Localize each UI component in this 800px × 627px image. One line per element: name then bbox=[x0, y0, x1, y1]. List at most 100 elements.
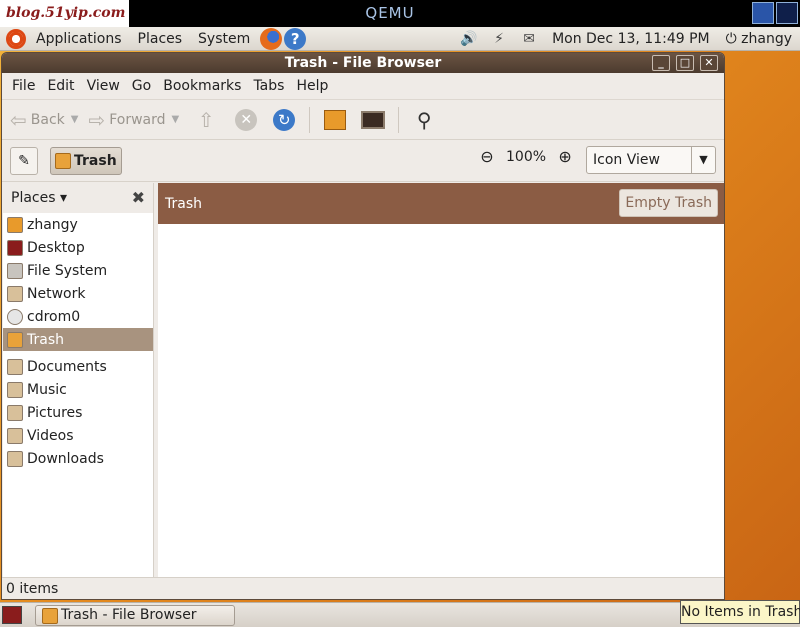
view-mode-select[interactable]: Icon View ▼ bbox=[586, 146, 716, 174]
sidebar-item-label: Documents bbox=[27, 358, 107, 375]
sidebar-item-desktop[interactable]: Desktop bbox=[3, 236, 153, 259]
forward-button[interactable]: ⇨ Forward ▼ bbox=[88, 108, 179, 132]
home-icon bbox=[324, 109, 347, 130]
zoom-controls: ⊖ 100% ⊕ bbox=[476, 147, 576, 166]
back-label: Back bbox=[30, 111, 65, 128]
status-bar: 0 items bbox=[2, 577, 724, 599]
toolbar: ⇦ Back ▼ ⇨ Forward ▼ ⇧ ✕ ↻ ⚲ bbox=[2, 100, 724, 140]
menu-help[interactable]: Help bbox=[290, 78, 334, 94]
search-icon: ⚲ bbox=[416, 107, 432, 132]
toolbar-separator bbox=[309, 106, 311, 133]
places-menu[interactable]: Places bbox=[130, 27, 191, 51]
menu-file[interactable]: File bbox=[6, 78, 41, 94]
qemu-minimize-button[interactable] bbox=[752, 2, 774, 24]
menu-go[interactable]: Go bbox=[126, 78, 157, 94]
menu-edit[interactable]: Edit bbox=[41, 78, 80, 94]
computer-button[interactable] bbox=[360, 107, 386, 133]
trash-bar-label: Trash bbox=[165, 195, 202, 212]
sidebar-item-file-system[interactable]: File System bbox=[3, 259, 153, 282]
user-menu[interactable]: ⏻ zhangy bbox=[718, 27, 800, 51]
firefox-icon[interactable] bbox=[260, 27, 283, 50]
network-icon[interactable]: ⚡ bbox=[488, 31, 510, 47]
taskbar-window-label: Trash - File Browser bbox=[61, 607, 197, 623]
ubuntu-logo-icon[interactable] bbox=[6, 28, 26, 49]
sidebar-header: Places ▾ ✖ bbox=[3, 183, 153, 213]
zoom-level[interactable]: 100% bbox=[506, 149, 546, 165]
applications-menu[interactable]: Applications bbox=[28, 27, 130, 51]
home-button[interactable] bbox=[322, 107, 348, 133]
taskbar-window-button[interactable]: Trash - File Browser bbox=[35, 605, 235, 626]
sidebar-item-cdrom0[interactable]: cdrom0 bbox=[3, 305, 153, 328]
drive-icon bbox=[7, 262, 23, 279]
top-panel: Applications Places System ? 🔊 ⚡ ✉ Mon D… bbox=[0, 27, 800, 51]
up-button[interactable]: ⇧ bbox=[195, 107, 221, 133]
sidebar-item-videos[interactable]: Videos bbox=[3, 424, 153, 447]
trash-icon bbox=[42, 607, 58, 624]
trash-info-bar: Trash Empty Trash bbox=[158, 183, 724, 224]
zoom-out-icon[interactable]: ⊖ bbox=[476, 147, 498, 166]
file-view-pane[interactable]: Trash Empty Trash bbox=[158, 183, 724, 578]
chevron-down-icon[interactable]: ▼ bbox=[71, 114, 79, 125]
zoom-in-icon[interactable]: ⊕ bbox=[554, 147, 576, 166]
mail-icon[interactable]: ✉ bbox=[518, 31, 540, 47]
sidebar-item-trash[interactable]: Trash bbox=[3, 328, 153, 351]
arrow-up-icon: ⇧ bbox=[197, 107, 215, 132]
empty-trash-button[interactable]: Empty Trash bbox=[619, 189, 718, 217]
menu-view[interactable]: View bbox=[81, 78, 126, 94]
maximize-icon[interactable]: □ bbox=[676, 55, 694, 71]
sidebar-item-label: Videos bbox=[27, 427, 74, 444]
sidebar-item-label: Pictures bbox=[27, 404, 83, 421]
trash-icon bbox=[7, 331, 23, 348]
stop-icon: ✕ bbox=[235, 108, 258, 131]
back-button[interactable]: ⇦ Back ▼ bbox=[10, 108, 78, 132]
stop-button[interactable]: ✕ bbox=[233, 107, 259, 133]
sidebar-item-label: Downloads bbox=[27, 450, 104, 467]
window-title: Trash - File Browser bbox=[284, 55, 442, 71]
tooltip: No Items in Trash bbox=[680, 600, 800, 624]
close-sidebar-icon[interactable]: ✖ bbox=[132, 188, 145, 207]
forward-label: Forward bbox=[109, 111, 166, 128]
qemu-title-bar: blog.51yip.com QEMU bbox=[0, 0, 800, 27]
sidebar-item-network[interactable]: Network bbox=[3, 282, 153, 305]
volume-icon[interactable]: 🔊 bbox=[458, 31, 480, 47]
sidebar-item-label: File System bbox=[27, 262, 108, 279]
menu-bookmarks[interactable]: Bookmarks bbox=[157, 78, 247, 94]
downloads-folder-icon bbox=[7, 450, 23, 467]
close-icon[interactable]: ✕ bbox=[700, 55, 718, 71]
help-icon[interactable]: ? bbox=[284, 27, 307, 50]
sidebar-item-label: Music bbox=[27, 381, 67, 398]
reload-icon: ↻ bbox=[273, 108, 296, 131]
edit-location-button[interactable]: ✎ bbox=[10, 146, 38, 175]
trash-icon bbox=[55, 152, 71, 169]
sidebar-item-label: Desktop bbox=[27, 239, 85, 256]
sidebar-item-zhangy[interactable]: zhangy bbox=[3, 213, 153, 236]
breadcrumb-trash[interactable]: Trash bbox=[50, 146, 122, 175]
sidebar-selector[interactable]: Places ▾ bbox=[11, 190, 67, 206]
sidebar-item-label: Trash bbox=[27, 331, 64, 348]
reload-button[interactable]: ↻ bbox=[271, 107, 297, 133]
sidebar-item-documents[interactable]: Documents bbox=[3, 355, 153, 378]
user-name: zhangy bbox=[741, 30, 792, 47]
file-browser-window: Trash - File Browser _ □ ✕ File Edit Vie… bbox=[1, 52, 725, 600]
clock[interactable]: Mon Dec 13, 11:49 PM bbox=[544, 27, 718, 51]
sidebar-item-label: Network bbox=[27, 285, 86, 302]
documents-folder-icon bbox=[7, 358, 23, 375]
chevron-down-icon[interactable]: ▼ bbox=[172, 114, 180, 125]
minimize-icon[interactable]: _ bbox=[652, 55, 670, 71]
toolbar-separator bbox=[398, 106, 400, 133]
cdrom-icon bbox=[7, 308, 23, 325]
system-menu[interactable]: System bbox=[190, 27, 258, 51]
network-folder-icon bbox=[7, 285, 23, 302]
sidebar-item-downloads[interactable]: Downloads bbox=[3, 447, 153, 470]
show-desktop-icon[interactable] bbox=[2, 606, 22, 624]
computer-icon bbox=[361, 110, 386, 129]
menu-tabs[interactable]: Tabs bbox=[247, 78, 290, 94]
qemu-maximize-button[interactable] bbox=[776, 2, 798, 24]
window-title-bar[interactable]: Trash - File Browser _ □ ✕ bbox=[2, 53, 724, 73]
videos-folder-icon bbox=[7, 427, 23, 444]
chevron-down-icon: ▼ bbox=[691, 147, 715, 173]
search-button[interactable]: ⚲ bbox=[411, 107, 437, 133]
location-bar: ✎ Trash ⊖ 100% ⊕ Icon View ▼ bbox=[2, 140, 724, 182]
sidebar-item-pictures[interactable]: Pictures bbox=[3, 401, 153, 424]
sidebar-item-music[interactable]: Music bbox=[3, 378, 153, 401]
